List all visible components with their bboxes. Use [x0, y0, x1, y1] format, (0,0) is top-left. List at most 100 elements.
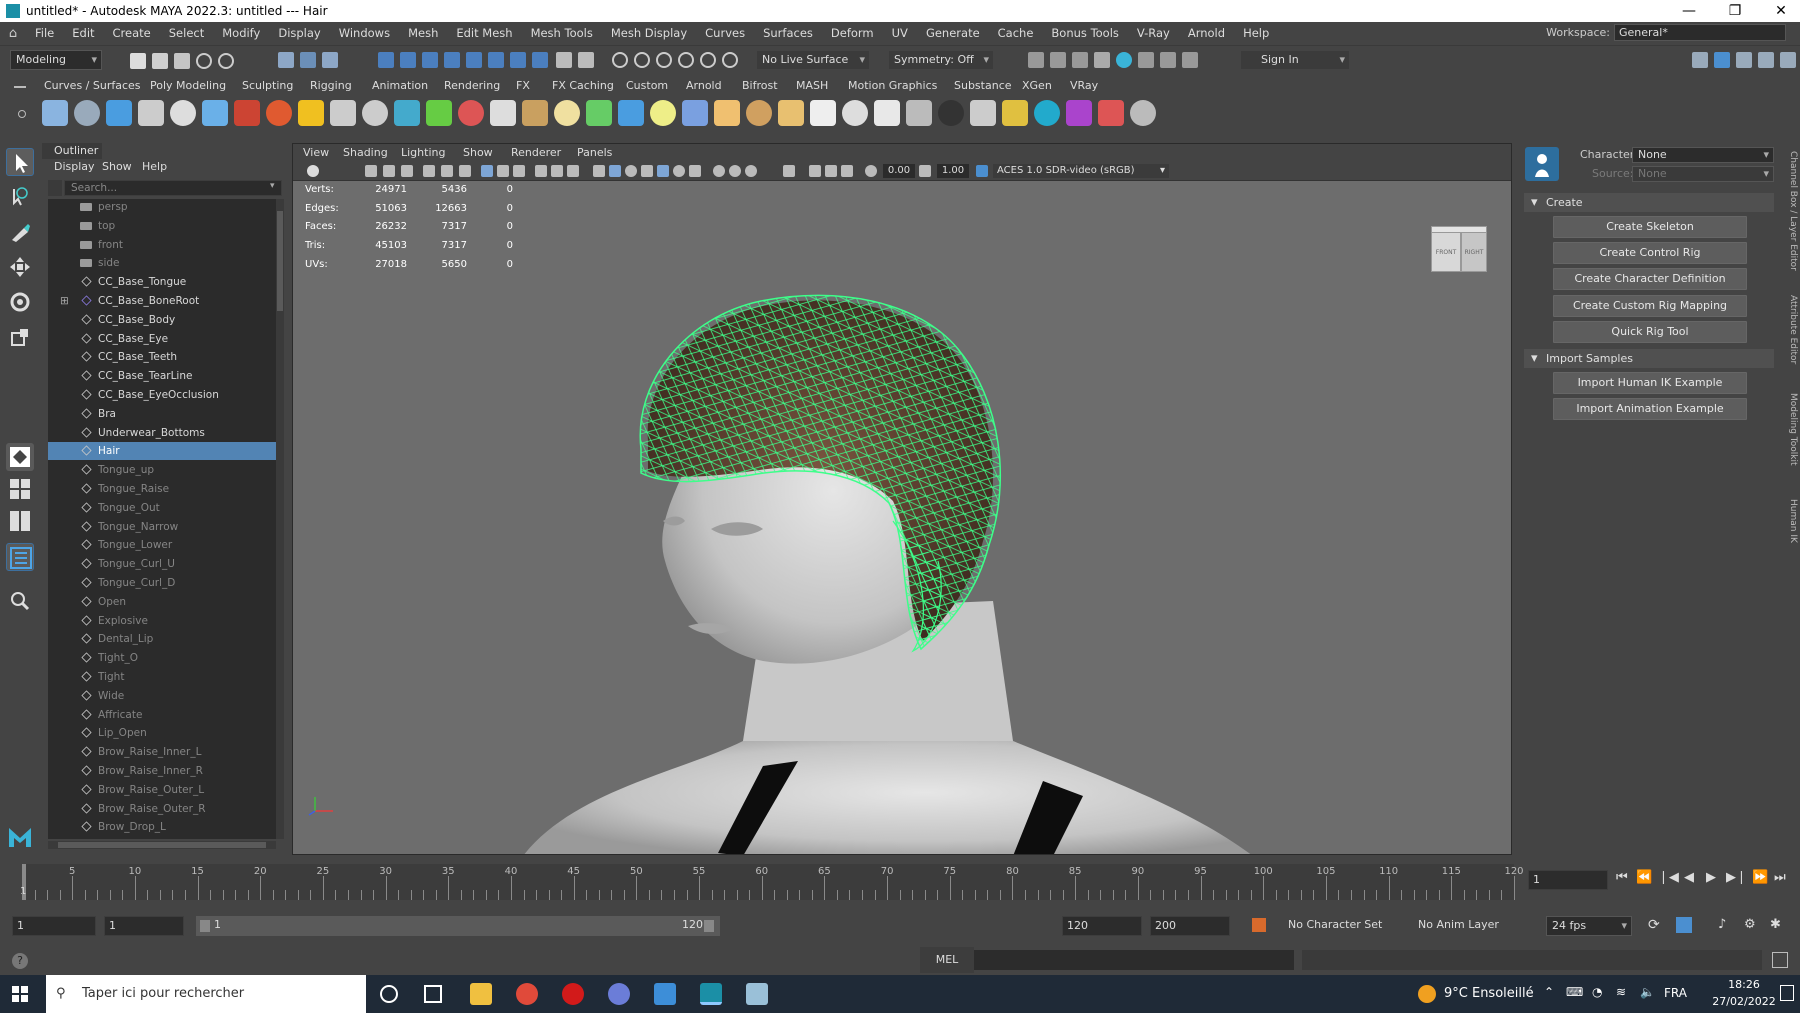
vray-render-icon[interactable] [1138, 52, 1154, 68]
exposure-icon[interactable] [865, 165, 877, 177]
outliner-item-tongue-up[interactable]: Tongue_up [48, 461, 276, 479]
outliner-item-cc-base-eyeocclusion[interactable]: CC_Base_EyeOcclusion [48, 386, 276, 404]
outliner-search-options-icon[interactable]: ▾ [270, 181, 275, 191]
shelf-tab-substance[interactable]: Substance [954, 79, 1012, 92]
outliner-item-brow-raise-outer-l[interactable]: Brow_Raise_Outer_L [48, 781, 276, 799]
menu-set-dropdown[interactable]: Modeling [10, 50, 102, 70]
select-uv-icon[interactable] [444, 52, 460, 68]
outliner-menu-display[interactable]: Display [54, 160, 95, 173]
outliner-item-hair[interactable]: Hair [48, 442, 276, 461]
exposure-field[interactable]: 0.00 [883, 164, 915, 178]
fps-dropdown[interactable]: 24 fps [1546, 916, 1632, 936]
shelf-tool-12-icon[interactable] [394, 100, 420, 126]
shelf-tool-5-icon[interactable] [170, 100, 196, 126]
shelf-tool-16-icon[interactable] [522, 100, 548, 126]
cache-playback-icon[interactable] [1676, 917, 1692, 933]
volume-icon[interactable]: 🔈 [1640, 985, 1655, 999]
shelf-tool-20-icon[interactable] [650, 100, 676, 126]
shelf-settings-icon[interactable] [18, 110, 26, 118]
weather-sun-icon[interactable] [1418, 985, 1436, 1003]
script-editor-icon[interactable] [1772, 952, 1788, 968]
auto-key-icon[interactable] [1252, 918, 1266, 932]
outliner-menu-help[interactable]: Help [142, 160, 167, 173]
shelf-tool-11-icon[interactable] [362, 100, 388, 126]
channel-box-toggle-icon[interactable] [1758, 52, 1774, 68]
sign-in-button[interactable]: Sign In [1240, 50, 1350, 70]
snap-point-icon[interactable] [656, 52, 672, 68]
view-cube-front[interactable]: FRONT [1431, 232, 1461, 272]
redo-icon[interactable] [218, 53, 234, 69]
select-object-icon[interactable] [488, 52, 504, 68]
step-forward-frame-icon[interactable]: ▶❘ [1726, 870, 1747, 885]
create-character-definition-button[interactable]: Create Character Definition [1553, 268, 1747, 291]
film-gate-icon[interactable] [481, 165, 493, 177]
human-ik-character-icon[interactable] [1525, 147, 1559, 181]
outliner-item-cc-base-teeth[interactable]: CC_Base_Teeth [48, 348, 276, 366]
step-back-frame-icon[interactable]: ❘◀ [1658, 870, 1679, 885]
photos-icon[interactable] [654, 983, 676, 1005]
viewport-menu-panels[interactable]: Panels [577, 146, 612, 159]
shelf-tool-21-icon[interactable] [682, 100, 708, 126]
vray-ipr-icon[interactable] [1160, 52, 1176, 68]
isolate-select-icon[interactable] [809, 165, 821, 177]
close-button[interactable]: ✕ [1758, 0, 1800, 22]
file-explorer-icon[interactable] [470, 983, 492, 1005]
image-plane-icon[interactable] [401, 165, 413, 177]
playback-prefs-icon[interactable]: ✱ [1770, 917, 1781, 932]
grease-pencil-icon[interactable] [441, 165, 453, 177]
outliner-item-wide[interactable]: Wide [48, 687, 276, 705]
discord-icon[interactable] [608, 983, 630, 1005]
outliner-item-tight-o[interactable]: Tight_O [48, 649, 276, 667]
shelf-tab-sculpting[interactable]: Sculpting [242, 79, 293, 92]
shelf-tool-33-icon[interactable] [1066, 100, 1092, 126]
outliner-item-open[interactable]: Open [48, 593, 276, 611]
outliner-item-cc-base-eye[interactable]: CC_Base_Eye [48, 330, 276, 348]
select-handle-icon[interactable] [510, 52, 526, 68]
range-start-handle[interactable] [200, 920, 210, 932]
outliner-filter-icon[interactable] [48, 180, 62, 196]
notepad-icon[interactable] [746, 983, 768, 1005]
opera-icon[interactable] [562, 983, 584, 1005]
character-dropdown[interactable]: None [1632, 147, 1774, 163]
menu-curves[interactable]: Curves [696, 26, 754, 40]
shelf-tool-18-icon[interactable] [586, 100, 612, 126]
shelf-tool-22-icon[interactable] [714, 100, 740, 126]
viewport-menu-lighting[interactable]: Lighting [401, 146, 445, 159]
shelf-tool-14-icon[interactable] [458, 100, 484, 126]
anim-prefs-icon[interactable]: ⚙ [1744, 917, 1756, 932]
shelf-tool-30-icon[interactable] [970, 100, 996, 126]
shelf-tab-xgen[interactable]: XGen [1022, 79, 1052, 92]
shelf-tool-2-icon[interactable] [74, 100, 100, 126]
shelf-menu-icon[interactable] [14, 86, 26, 88]
playback-start-field[interactable]: 1 [104, 916, 184, 936]
menu-mesh-display[interactable]: Mesh Display [602, 26, 696, 40]
symmetry-dropdown[interactable]: Symmetry: Off [888, 50, 994, 70]
scene-canvas[interactable] [293, 181, 1512, 855]
outliner-item-tongue-out[interactable]: Tongue_Out [48, 499, 276, 517]
lasso-tool-icon[interactable] [6, 183, 34, 211]
depth-of-field-icon[interactable] [783, 165, 795, 177]
help-line-icon[interactable]: ? [12, 953, 28, 969]
import-animation-example-button[interactable]: Import Animation Example [1553, 398, 1747, 421]
viewport-menu-shading[interactable]: Shading [343, 146, 388, 159]
command-input[interactable] [974, 950, 1294, 970]
shelf-tab-vray[interactable]: VRay [1070, 79, 1098, 92]
outliner-item-explosive[interactable]: Explosive [48, 612, 276, 630]
menu-modify[interactable]: Modify [213, 26, 269, 40]
task-view-icon[interactable] [424, 985, 442, 1003]
select-face-icon[interactable] [422, 52, 438, 68]
shelf-tool-34-icon[interactable] [1098, 100, 1124, 126]
viewport-menu-show[interactable]: Show [463, 146, 493, 159]
anti-aliasing-icon[interactable] [745, 165, 757, 177]
shelf-tool-25-icon[interactable] [810, 100, 836, 126]
create-skeleton-button[interactable]: Create Skeleton [1553, 216, 1747, 238]
outliner-layout-icon[interactable] [6, 543, 34, 571]
select-by-object-icon[interactable] [300, 52, 316, 68]
tool-settings-toggle-icon[interactable] [1780, 52, 1796, 68]
notifications-icon[interactable] [1780, 985, 1794, 1001]
shelf-tool-32-icon[interactable] [1034, 100, 1060, 126]
sound-icon[interactable]: ♪ [1718, 917, 1726, 932]
outliner-item-tongue-lower[interactable]: Tongue_Lower [48, 536, 276, 554]
select-camera-icon[interactable] [307, 165, 319, 177]
shelf-tool-3-icon[interactable] [106, 100, 132, 126]
